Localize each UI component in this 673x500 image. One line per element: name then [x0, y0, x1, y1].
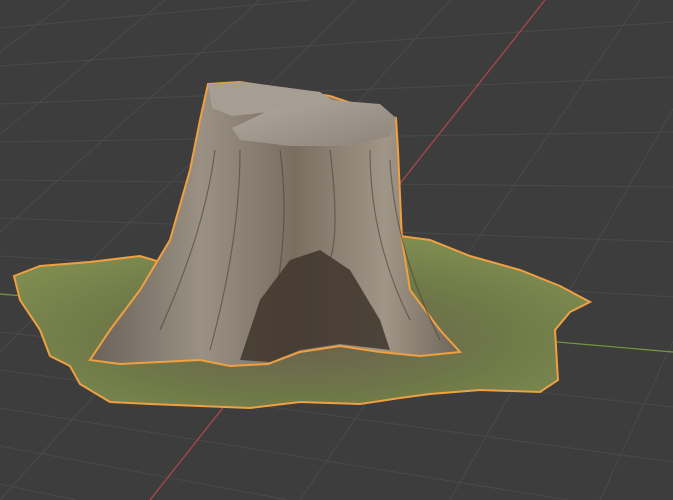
grid-line	[0, 21, 673, 67]
tree-stump-object[interactable]	[12, 80, 593, 410]
grid-line	[0, 407, 569, 500]
viewport-canvas[interactable]	[0, 0, 673, 500]
3d-viewport[interactable]	[0, 0, 673, 500]
grid-line	[0, 483, 76, 500]
grid-line	[0, 0, 309, 29]
grid-line	[599, 341, 673, 500]
grid-line	[0, 0, 71, 53]
grid-line	[0, 445, 289, 500]
